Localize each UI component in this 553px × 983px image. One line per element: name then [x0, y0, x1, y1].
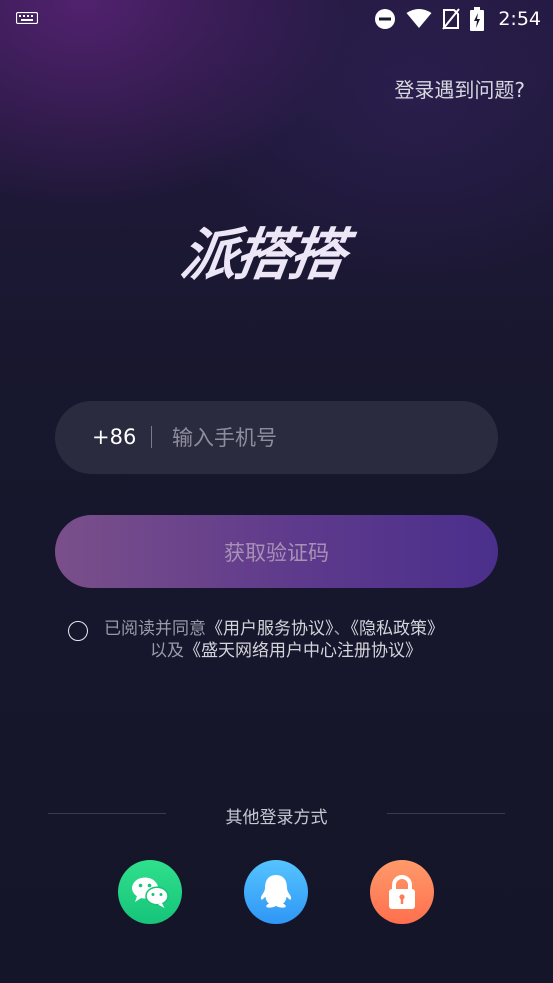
no-sim-icon [442, 8, 461, 30]
login-help-link[interactable]: 登录遇到问题? [394, 74, 525, 103]
keyboard-icon [16, 12, 38, 24]
background [0, 0, 553, 983]
agreement-separator: 、 [333, 619, 351, 639]
phone-input-row: +86 [55, 401, 498, 474]
status-time: 2:54 [498, 8, 541, 30]
qq-icon [260, 875, 292, 908]
password-login-button[interactable] [370, 860, 434, 924]
do-not-disturb-icon [375, 9, 396, 29]
user-agreement-link[interactable]: 《用户服务协议》 [206, 619, 334, 639]
other-login-label: 其他登录方式 [225, 808, 328, 828]
app-logo-text: 派搭搭 [176, 223, 348, 288]
country-code-selector[interactable]: +86 [92, 425, 136, 449]
agreement-checkbox[interactable] [68, 621, 88, 641]
input-divider [151, 426, 152, 448]
app-logo: 派搭搭 [177, 210, 372, 290]
privacy-policy-link[interactable]: 《隐私政策》 [351, 619, 445, 639]
phone-number-input[interactable] [170, 415, 474, 461]
agreement-line2-prefix: 以及 [150, 641, 184, 661]
wifi-icon [406, 9, 432, 28]
status-bar: 2:54 [0, 0, 553, 38]
wechat-login-button[interactable] [118, 860, 182, 924]
registration-agreement-link[interactable]: 《盛天网络用户中心注册协议》 [184, 641, 422, 661]
get-verification-code-button[interactable]: 获取验证码 [55, 515, 498, 588]
agreement-text: 已阅读并同意《用户服务协议》、《隐私政策》 以及《盛天网络用户中心注册协议》 [104, 618, 524, 662]
agreement-prefix: 已阅读并同意 [104, 619, 206, 639]
other-login-section: 其他登录方式 [48, 803, 505, 828]
battery-charging-icon [470, 7, 485, 31]
lock-icon [389, 875, 415, 909]
qq-login-button[interactable] [244, 860, 308, 924]
wechat-icon [132, 877, 169, 908]
